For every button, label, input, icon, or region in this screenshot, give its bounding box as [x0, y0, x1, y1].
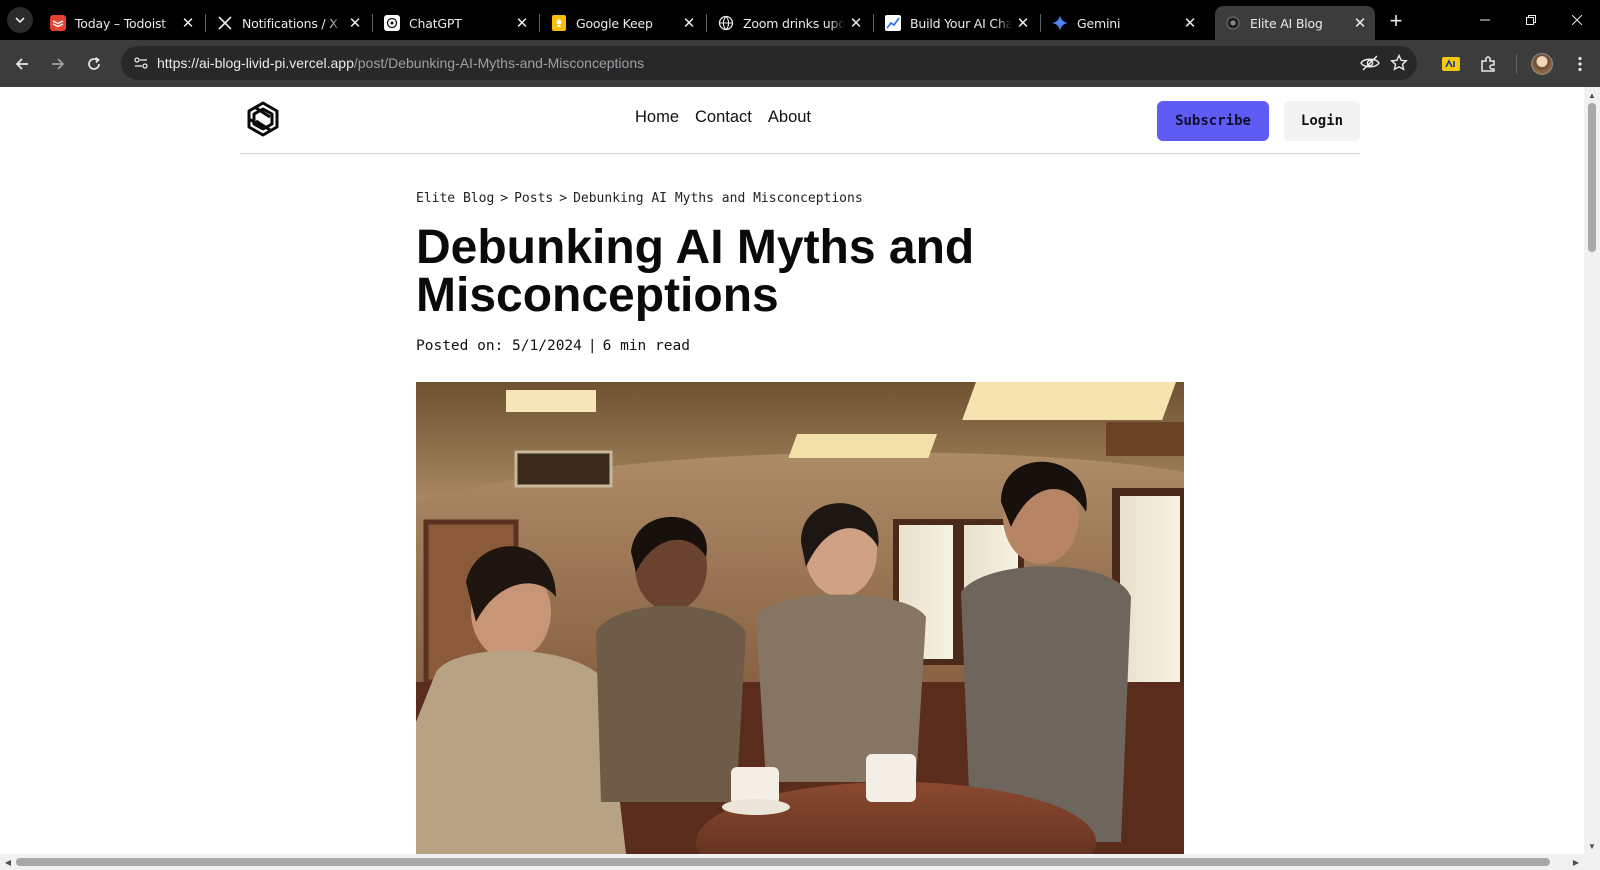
gemini-sparkle-icon [1052, 15, 1068, 31]
breadcrumb-item-home[interactable]: Elite Blog [416, 191, 494, 206]
hero-image [416, 382, 1184, 854]
close-icon[interactable]: ✕ [344, 12, 366, 34]
bookmark-star-icon[interactable] [1387, 51, 1411, 75]
x-logo-icon [217, 15, 233, 31]
main-nav: Home Contact About [635, 108, 811, 127]
page-viewport: Home Contact About Subscribe Login Elite… [0, 87, 1584, 854]
breadcrumb: Elite Blog > Posts > Debunking AI Myths and … [416, 191, 863, 206]
tab-title: Today – Todoist [75, 15, 166, 31]
tab-todoist[interactable]: Today – Todoist ✕ [40, 6, 203, 40]
tab-title: Zoom drinks upon [743, 15, 845, 31]
avatar [1531, 53, 1553, 75]
reload-icon[interactable] [80, 50, 108, 78]
url-text[interactable]: https://ai-blog-livid-pi.vercel.app/post… [157, 55, 644, 71]
scroll-left-icon[interactable]: ◀ [0, 854, 16, 870]
site-favicon-icon [1225, 15, 1241, 31]
restore-window-icon[interactable] [1508, 0, 1553, 40]
tab-separator [1040, 14, 1041, 32]
tab-elite-ai-blog[interactable]: Elite AI Blog ✕ [1215, 6, 1375, 40]
close-icon[interactable]: ✕ [1179, 12, 1201, 34]
breadcrumb-separator: > [559, 191, 568, 206]
post-date: 5/1/2024 [512, 338, 582, 354]
login-button[interactable]: Login [1284, 101, 1360, 141]
tab-google-keep[interactable]: Google Keep ✕ [541, 6, 704, 40]
globe-icon [718, 15, 734, 31]
close-icon[interactable]: ✕ [1012, 12, 1034, 34]
nav-link-home[interactable]: Home [635, 108, 679, 127]
close-icon[interactable]: ✕ [177, 12, 199, 34]
posted-label: Posted on: [416, 338, 504, 354]
minimize-window-icon[interactable] [1462, 0, 1507, 40]
tab-title: Build Your AI Chat [910, 15, 1012, 31]
browser-toolbar: https://ai-blog-livid-pi.vercel.app/post… [0, 40, 1600, 87]
tab-title: ChatGPT [409, 15, 462, 31]
url-path: /post/Debunking-AI-Myths-and-Misconcepti… [353, 55, 645, 71]
extensions-puzzle-icon[interactable] [1475, 51, 1501, 77]
eye-off-icon[interactable] [1358, 51, 1382, 75]
tab-separator [873, 14, 874, 32]
address-bar[interactable]: https://ai-blog-livid-pi.vercel.app/post… [121, 46, 1417, 80]
url-host: https://ai-blog-livid-pi.vercel.app [157, 55, 354, 71]
post-meta: Posted on: 5/1/2024 | 6 min read [416, 338, 690, 354]
tab-title: Elite AI Blog [1250, 15, 1323, 31]
tab-title: Google Keep [576, 15, 653, 31]
scroll-up-icon[interactable]: ▲ [1584, 87, 1600, 103]
close-icon[interactable]: ✕ [1349, 12, 1371, 34]
tab-title: Notifications / X [242, 15, 338, 31]
chart-icon [885, 15, 901, 31]
vertical-scrollbar[interactable]: ▲ ▼ [1584, 87, 1600, 854]
tab-separator [372, 14, 373, 32]
site-info-icon[interactable] [129, 51, 153, 75]
browser-menu-icon[interactable] [1567, 51, 1593, 77]
tab-strip: Today – Todoist ✕ Notifications / X ✕ Ch… [0, 0, 1600, 40]
tab-separator [706, 14, 707, 32]
profile-avatar[interactable] [1529, 51, 1555, 77]
forward-arrow-icon[interactable] [44, 50, 72, 78]
scroll-right-icon[interactable]: ▶ [1568, 854, 1584, 870]
meta-separator: | [587, 338, 597, 354]
page-title: Debunking AI Myths and Misconceptions [416, 221, 975, 322]
subscribe-button[interactable]: Subscribe [1157, 101, 1269, 141]
close-icon[interactable]: ✕ [678, 12, 700, 34]
breadcrumb-item-posts[interactable]: Posts [514, 191, 553, 206]
tab-zoom-drinks[interactable]: Zoom drinks upon ✕ [708, 6, 871, 40]
tab-separator [205, 14, 206, 32]
close-window-icon[interactable] [1554, 0, 1599, 40]
nav-link-about[interactable]: About [768, 108, 811, 127]
hero-illustration [416, 382, 1184, 854]
chatgpt-icon [384, 15, 400, 31]
breadcrumb-separator: > [500, 191, 509, 206]
scrollbar-thumb[interactable] [1588, 103, 1596, 252]
read-time: 6 min read [602, 338, 690, 354]
tab-build-ai-chat[interactable]: Build Your AI Chat ✕ [875, 6, 1038, 40]
tab-gemini[interactable]: Gemini ✕ [1042, 6, 1205, 40]
toolbar-divider [1516, 54, 1517, 74]
breadcrumb-item-current: Debunking AI Myths and Misconceptions [573, 191, 863, 206]
scroll-down-icon[interactable]: ▼ [1584, 838, 1600, 854]
tab-title: Gemini [1077, 15, 1121, 31]
tab-x-notifications[interactable]: Notifications / X ✕ [207, 6, 370, 40]
horizontal-scrollbar[interactable]: ◀ ▶ [0, 854, 1600, 870]
extension-badge-icon[interactable] [1438, 51, 1464, 77]
site-logo-icon[interactable] [244, 100, 282, 138]
close-icon[interactable]: ✕ [845, 12, 867, 34]
nav-link-contact[interactable]: Contact [695, 108, 752, 127]
scrollbar-thumb[interactable] [16, 858, 1550, 866]
tab-separator [539, 14, 540, 32]
close-icon[interactable]: ✕ [511, 12, 533, 34]
todoist-icon [50, 15, 66, 31]
tab-search-button[interactable] [7, 7, 33, 33]
new-tab-button[interactable]: + [1383, 8, 1409, 34]
site-header: Home Contact About Subscribe Login [240, 87, 1360, 154]
tab-chatgpt[interactable]: ChatGPT ✕ [374, 6, 537, 40]
google-keep-icon [551, 15, 567, 31]
back-arrow-icon[interactable] [8, 50, 36, 78]
